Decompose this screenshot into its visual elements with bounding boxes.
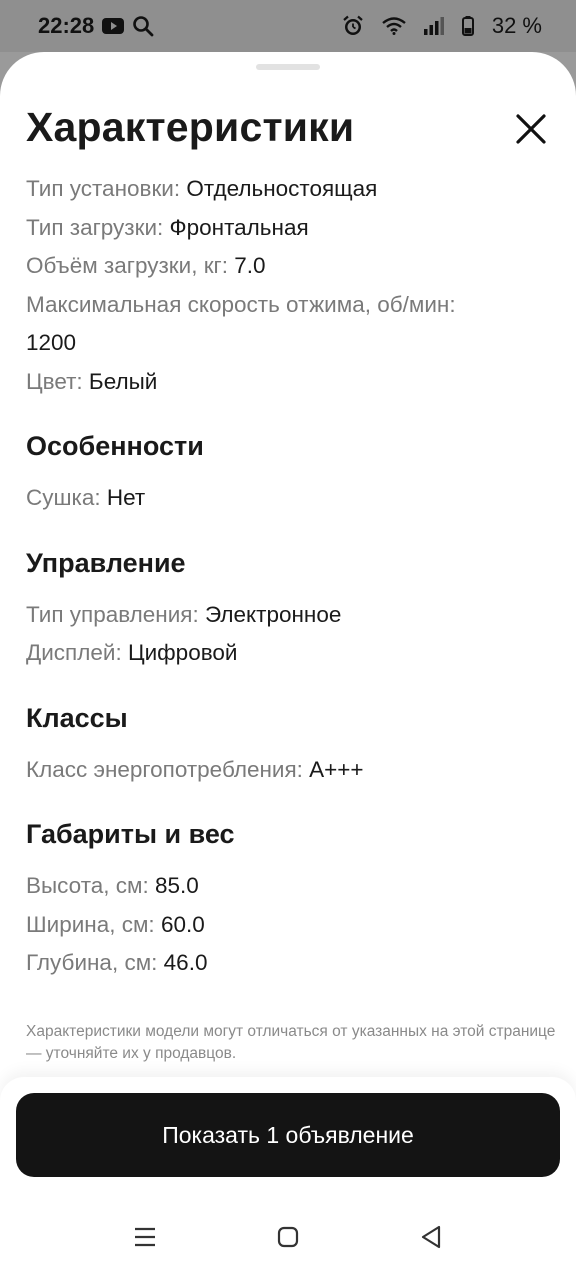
section-title-classes: Классы	[26, 702, 128, 733]
spec-row: Тип установки: Отдельностоящая	[26, 176, 378, 201]
drag-handle[interactable]	[256, 64, 320, 70]
battery-icon	[461, 16, 474, 36]
wifi-icon	[382, 17, 406, 35]
status-time: 22:28	[38, 13, 95, 38]
page-title: Характеристики	[26, 104, 355, 150]
signal-icon	[423, 17, 444, 35]
spec-row: Класс энергопотребления: A+++	[26, 756, 364, 782]
bottom-bar: Показать 1 объявление	[0, 1077, 576, 1280]
menu-icon[interactable]	[132, 1224, 158, 1250]
spec-row: Максимальная скорость отжима, об/мин: 12…	[26, 291, 456, 356]
spec-row: Дисплей: Цифровой	[26, 640, 238, 665]
spec-row: Ширина, см: 60.0	[26, 911, 205, 937]
spec-row: Объём загрузки, кг: 7.0	[26, 253, 266, 278]
system-nav-bar	[0, 1217, 576, 1257]
spec-row: Тип загрузки: Фронтальная	[26, 214, 309, 240]
status-bar: 22:28 32 %	[0, 0, 576, 52]
spec-row: Цвет: Белый	[26, 368, 158, 394]
close-button[interactable]	[510, 108, 552, 150]
spec-row: Тип управления: Электронное	[26, 601, 342, 627]
battery-percent: 32 %	[491, 13, 542, 38]
spec-row: Высота, см: 85.0	[26, 873, 199, 898]
spec-row: Сушка: Нет	[26, 485, 146, 510]
section-title-features: Особенности	[26, 431, 204, 461]
search-icon	[132, 15, 154, 37]
disclaimer-note: Характеристики модели могут отличаться о…	[26, 1022, 556, 1062]
close-icon	[516, 114, 546, 144]
home-icon[interactable]	[275, 1224, 301, 1250]
characteristics-sheet: Характеристики Тип установки: Отдельност…	[0, 52, 576, 1280]
alarm-icon	[342, 15, 364, 37]
back-icon[interactable]	[418, 1224, 444, 1250]
section-title-control: Управление	[26, 547, 186, 578]
characteristics-list: Тип установки: Отдельностоящая Тип загру…	[26, 170, 556, 1065]
section-title-dimensions: Габариты и вес	[26, 819, 235, 849]
youtube-icon	[102, 18, 125, 34]
spec-row: Глубина, см: 46.0	[26, 950, 208, 975]
show-listings-button[interactable]: Показать 1 объявление	[16, 1093, 560, 1177]
